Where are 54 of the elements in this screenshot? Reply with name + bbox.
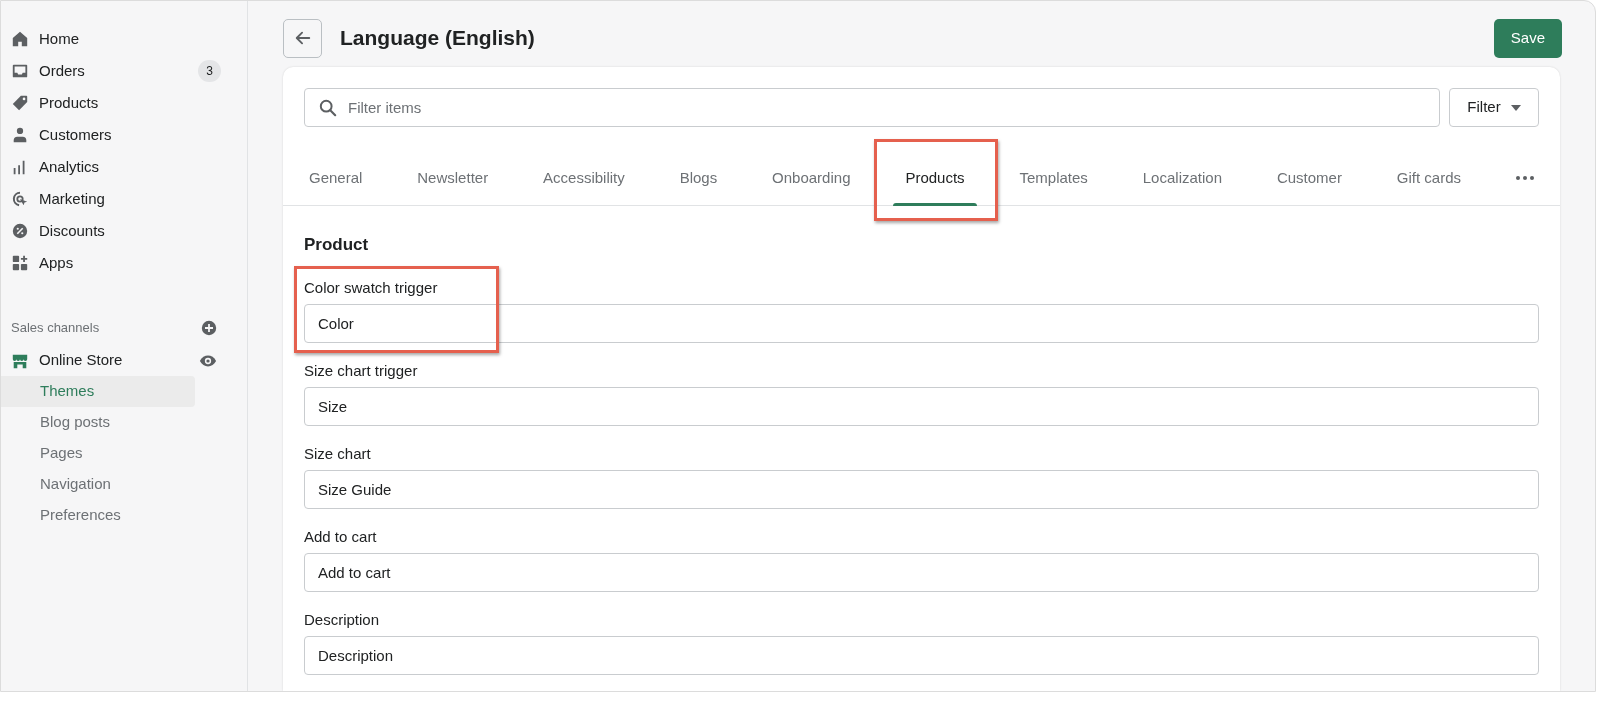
- back-arrow-icon: [293, 29, 312, 47]
- inbox-icon: [11, 62, 29, 80]
- text-field[interactable]: Size: [304, 386, 1539, 426]
- nav-item[interactable]: Discounts: [1, 215, 247, 247]
- text-field[interactable]: Color: [304, 303, 1539, 343]
- nav-item[interactable]: Orders 3: [1, 55, 247, 87]
- text-field[interactable]: Description: [304, 635, 1539, 675]
- nav-item[interactable]: Online Store: [1, 345, 247, 376]
- home-icon: [11, 30, 29, 48]
- tab[interactable]: Accessibility: [531, 151, 637, 205]
- person-icon: [11, 126, 29, 144]
- tab[interactable]: General: [297, 151, 375, 205]
- nav-item[interactable]: Analytics: [1, 151, 247, 183]
- sub-nav-item[interactable]: Blog posts: [1, 407, 195, 438]
- sub-nav-item[interactable]: Pages: [1, 438, 195, 469]
- tab[interactable]: Onboarding: [760, 151, 863, 205]
- apps-icon: [11, 254, 29, 272]
- search-icon: [319, 99, 337, 117]
- nav-item[interactable]: Products: [1, 87, 247, 119]
- nav-item[interactable]: Customers: [1, 119, 247, 151]
- tab[interactable]: Blogs: [667, 151, 730, 205]
- more-icon: [1515, 176, 1534, 180]
- sub-nav-item[interactable]: Preferences: [1, 500, 195, 531]
- count-badge: 3: [198, 60, 221, 82]
- filter-button[interactable]: Filter: [1449, 88, 1539, 127]
- tab[interactable]: Localization: [1130, 151, 1234, 205]
- search-field[interactable]: Filter items: [304, 88, 1440, 127]
- add-circle-icon[interactable]: [201, 320, 217, 336]
- percent-badge-icon: [11, 222, 29, 240]
- nav-item[interactable]: Apps: [1, 247, 247, 279]
- caret-icon: [1510, 104, 1521, 111]
- page-title: Language (English): [340, 25, 535, 52]
- field-label: Add to cart: [304, 526, 378, 547]
- tab[interactable]: Newsletter: [405, 151, 501, 205]
- field-label: Size chart trigger: [304, 360, 419, 381]
- back-button[interactable]: [283, 18, 322, 58]
- tab[interactable]: Gift cards: [1384, 151, 1474, 205]
- field-label: Size chart: [304, 443, 372, 464]
- section-label: Sales channels: [11, 319, 101, 338]
- text-field[interactable]: Add to cart: [304, 552, 1539, 592]
- target-cursor-icon: [11, 190, 29, 208]
- field-label: Color swatch trigger: [304, 277, 439, 298]
- sub-nav-item[interactable]: Themes: [1, 376, 195, 407]
- tab[interactable]: Templates: [1007, 151, 1100, 205]
- sub-nav-item[interactable]: Navigation: [1, 469, 195, 500]
- save-button[interactable]: Save: [1493, 18, 1562, 58]
- text-field[interactable]: Size Guide: [304, 469, 1539, 509]
- section-heading: Product: [304, 234, 370, 256]
- field-label: Description: [304, 609, 381, 630]
- tab[interactable]: Customer: [1264, 151, 1354, 205]
- nav-item[interactable]: Marketing: [1, 183, 247, 215]
- tag-icon: [11, 94, 29, 112]
- nav-item[interactable]: Home: [1, 23, 247, 55]
- tab[interactable]: Products: [893, 151, 977, 205]
